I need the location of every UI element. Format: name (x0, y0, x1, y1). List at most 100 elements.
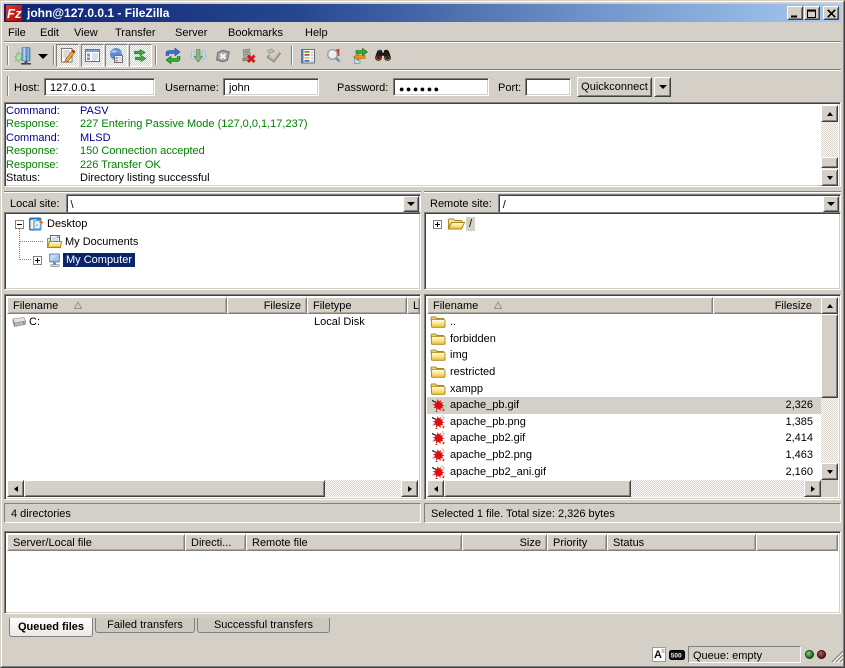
local-scroll-left-button[interactable] (7, 480, 24, 497)
filename-cell: apache_pb2.gif (446, 432, 525, 444)
close-button[interactable] (823, 6, 839, 20)
remote-scroll-right-button[interactable] (804, 480, 821, 497)
minimize-button[interactable] (787, 6, 803, 20)
log-scroll-down-button[interactable] (821, 169, 838, 186)
local-site-dropdown-button[interactable] (403, 196, 419, 212)
log-scroll-up-button[interactable] (821, 105, 838, 122)
remote-column-filename[interactable]: Filename (427, 297, 713, 314)
queue-column-size[interactable]: Size (462, 534, 547, 551)
synchronized-browsing-button[interactable] (349, 45, 371, 67)
local-tree-item-my-documents[interactable]: My Documents (46, 234, 141, 250)
remote-hscroll-thumb[interactable] (444, 480, 631, 497)
expand-toggle[interactable] (33, 256, 42, 265)
log-line-text: PASV (80, 105, 109, 117)
quickconnect-button[interactable]: Quickconnect (577, 77, 652, 97)
queue-column-status[interactable]: Status (607, 534, 756, 551)
image-file-icon (430, 431, 446, 445)
remote-file-row[interactable]: .. (427, 314, 823, 331)
local-site-combobox[interactable]: \ (66, 194, 421, 214)
remote-tree-item-root[interactable]: / (433, 216, 475, 232)
column-label: Filesize (775, 300, 812, 312)
tab-failed-transfers[interactable]: Failed transfers (95, 618, 195, 633)
local-hscroll-thumb[interactable] (24, 480, 325, 497)
column-label: L (413, 300, 419, 312)
local-column-filetype[interactable]: Filetype (307, 297, 407, 314)
menu-server[interactable]: Server (173, 25, 209, 41)
refresh-button[interactable] (162, 45, 184, 67)
disconnect-button[interactable] (237, 45, 259, 67)
local-column-filesize[interactable]: Filesize (227, 297, 307, 314)
menu-edit[interactable]: Edit (38, 25, 61, 41)
local-scroll-right-button[interactable] (401, 480, 418, 497)
remote-scroll-left-button[interactable] (427, 480, 444, 497)
menu-file[interactable]: File (6, 25, 28, 41)
toggle-transfer-queue-button[interactable] (129, 44, 152, 67)
quickconnect-dropdown[interactable] (654, 77, 671, 97)
reconnect-button[interactable] (262, 45, 284, 67)
find-files-button[interactable] (372, 45, 394, 67)
site-manager-dropdown[interactable] (36, 45, 50, 67)
queue-column-remote-file[interactable]: Remote file (246, 534, 462, 551)
column-label: Filesize (264, 300, 301, 312)
local-status-text: 4 directories (4, 503, 421, 523)
toggle-local-tree-button[interactable] (81, 44, 104, 67)
toggle-message-log-button[interactable] (56, 44, 79, 67)
directory-listing-filters-button[interactable] (297, 45, 319, 67)
username-input[interactable]: john (223, 78, 319, 96)
cancel-operation-button[interactable] (212, 45, 234, 67)
quickconnect-bar: Host: 127.0.0.1 Username: john Password:… (4, 71, 841, 102)
remote-file-row[interactable]: forbidden (427, 331, 823, 348)
port-input[interactable] (525, 78, 571, 96)
remote-scroll-up-button[interactable] (821, 297, 838, 314)
local-tree-item-my-computer[interactable]: My Computer (33, 252, 135, 268)
local-list-header: Filename Filesize Filetype L (7, 297, 418, 314)
local-column-filename[interactable]: Filename (7, 297, 227, 314)
process-queue-button[interactable] (187, 45, 209, 67)
resize-grip[interactable] (830, 649, 844, 663)
maximize-button[interactable] (804, 6, 820, 20)
site-manager-button[interactable] (12, 45, 34, 67)
remote-site-dropdown-button[interactable] (823, 196, 839, 212)
menu-transfer[interactable]: Transfer (113, 25, 158, 41)
remote-file-row[interactable]: apache_pb.png 1,385 (427, 414, 823, 431)
tab-queued-files[interactable]: Queued files (9, 618, 93, 637)
remote-file-row[interactable]: restricted (427, 364, 823, 381)
menu-help[interactable]: Help (303, 25, 330, 41)
queue-column-direction[interactable]: Directi... (185, 534, 246, 551)
log-scroll-thumb[interactable] (821, 157, 838, 168)
remote-file-row[interactable]: xampp (427, 380, 823, 397)
collapse-toggle[interactable] (15, 220, 24, 229)
remote-file-row-selected[interactable]: apache_pb.gif 2,326 (427, 397, 823, 414)
speed-limits-icon: 500 (669, 650, 685, 660)
local-file-row[interactable]: C: Local Disk (7, 314, 403, 331)
filesize-cell: 1,463 (713, 449, 813, 461)
remote-file-row[interactable]: apache_pb2.gif 2,414 (427, 430, 823, 447)
host-input[interactable]: 127.0.0.1 (44, 78, 155, 96)
filezilla-logo-icon: Fz (6, 5, 22, 21)
arrow-left-icon (14, 486, 18, 492)
remote-vscroll-thumb[interactable] (821, 314, 838, 398)
local-column-last-modified[interactable]: L (407, 297, 420, 314)
remote-scroll-down-button[interactable] (821, 463, 838, 480)
tab-successful-transfers[interactable]: Successful transfers (197, 618, 330, 633)
menu-view[interactable]: View (72, 25, 100, 41)
remote-list-header: Filename Filesize (427, 297, 821, 314)
directory-comparison-button[interactable] (323, 45, 345, 67)
local-tree-item-desktop[interactable]: Desktop (15, 216, 90, 232)
remote-file-row[interactable]: img (427, 347, 823, 364)
log-line-label: Status: (6, 172, 80, 184)
expand-toggle[interactable] (433, 220, 442, 229)
filesize-cell: 2,160 (713, 466, 813, 478)
remote-file-row[interactable]: apache_pb2.png 1,463 (427, 447, 823, 464)
svg-text:Fz: Fz (7, 6, 22, 21)
menu-bookmarks[interactable]: Bookmarks (226, 25, 285, 41)
queue-column-server-local-file[interactable]: Server/Local file (7, 534, 185, 551)
message-log-icon (59, 47, 76, 64)
remote-site-combobox[interactable]: / (498, 194, 841, 214)
password-input[interactable]: ●●●●●● (393, 78, 489, 96)
remote-file-row[interactable]: apache_pb2_ani.gif 2,160 (427, 463, 823, 480)
remote-column-filesize[interactable]: Filesize (713, 297, 823, 314)
drive-icon (11, 315, 27, 329)
toggle-remote-tree-button[interactable] (105, 44, 128, 67)
queue-column-priority[interactable]: Priority (547, 534, 607, 551)
